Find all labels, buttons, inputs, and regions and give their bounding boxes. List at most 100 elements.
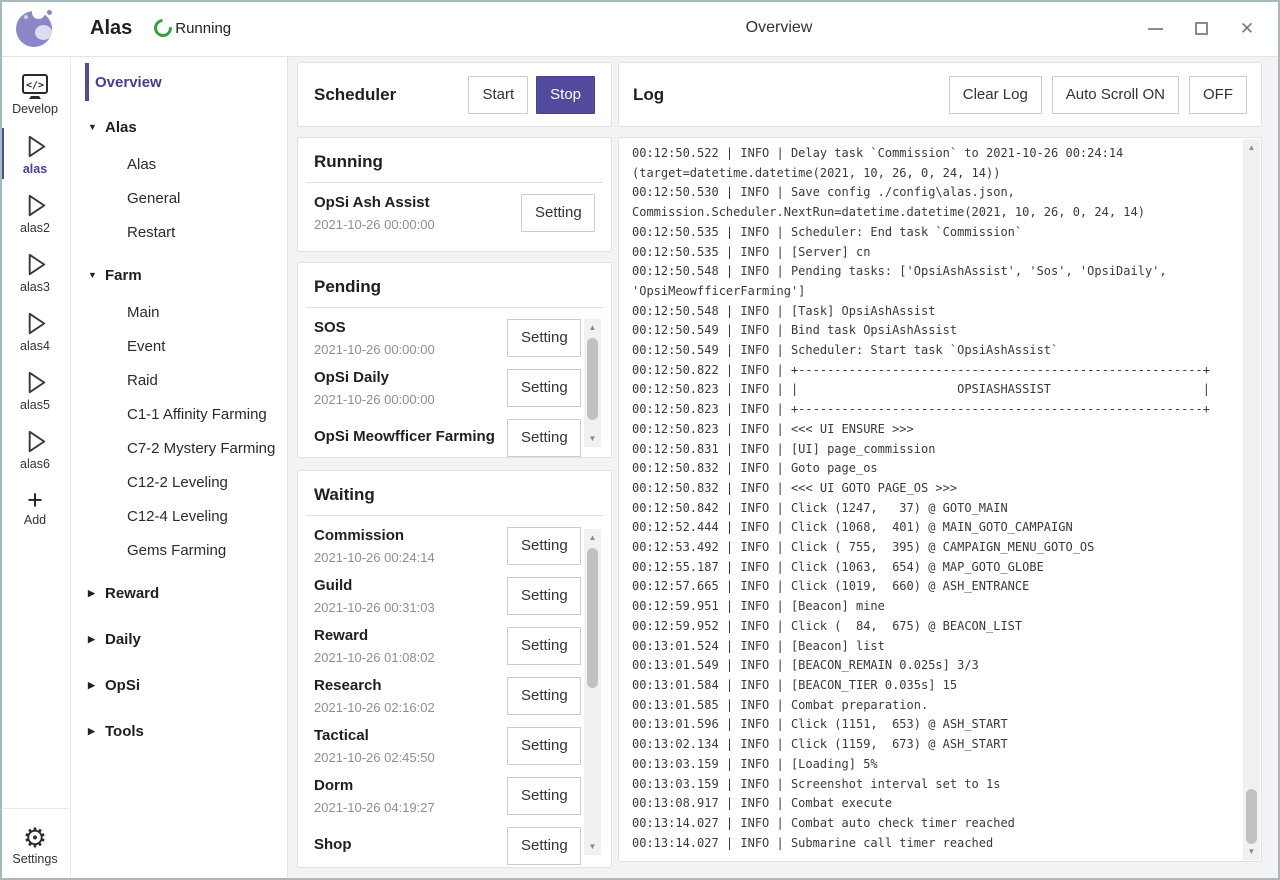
scheduler-column: Scheduler Start Stop Running OpSi Ash As… [297, 62, 612, 878]
maximize-icon [1195, 22, 1208, 35]
task-info: OpSi Daily 2021-10-26 00:00:00 [314, 368, 507, 406]
maximize-button[interactable] [1178, 0, 1224, 57]
task-row: OpSi Meowfficer Farming Setting [314, 418, 595, 457]
minimize-icon [1148, 28, 1163, 30]
nav-item-label: Farm [105, 267, 142, 284]
log-scrollbar[interactable]: ▲ ▼ [1243, 139, 1260, 860]
scrollbar-thumb[interactable] [1246, 789, 1257, 844]
log-line: 00:12:50.522 | INFO | Delay task `Commis… [632, 144, 1239, 183]
task-info: Guild 2021-10-26 00:31:03 [314, 576, 507, 614]
rail-item-instance[interactable]: alas4 [0, 301, 70, 360]
scrollbar-thumb[interactable] [587, 548, 598, 688]
task-next-run-time: 2021-10-26 00:00:00 [314, 392, 507, 407]
task-name: Reward [314, 626, 507, 646]
nav-item-label: Event [127, 338, 165, 355]
task-setting-button[interactable]: Setting [507, 727, 581, 765]
task-setting-button[interactable]: Setting [507, 577, 581, 615]
rail-item-instance[interactable]: alas [0, 124, 70, 183]
waiting-title: Waiting [306, 471, 603, 516]
task-name: Research [314, 676, 507, 696]
task-setting-button[interactable]: Setting [507, 527, 581, 565]
scroll-down-icon[interactable]: ▼ [1243, 847, 1260, 856]
nav-item[interactable]: ▼ Alas [71, 107, 287, 147]
log-line: 00:12:50.831 | INFO | [UI] page_commissi… [632, 440, 1239, 460]
pending-scrollbar[interactable]: ▲ ▼ [584, 319, 601, 447]
running-title: Running [306, 138, 603, 183]
settings-button[interactable]: ⚙ Settings [0, 808, 70, 880]
task-setting-button[interactable]: Setting [507, 677, 581, 715]
status-label: Running [175, 20, 231, 37]
task-setting-button[interactable]: Setting [507, 419, 581, 457]
nav-item[interactable]: Main [71, 295, 287, 329]
add-instance-button[interactable]: + Add [0, 478, 70, 537]
log-line: 00:12:59.952 | INFO | Click ( 84, 675) @… [632, 617, 1239, 637]
log-line: 00:12:50.832 | INFO | Goto page_os [632, 459, 1239, 479]
nav-item[interactable]: Gems Farming [71, 533, 287, 567]
rail-item-instance[interactable]: alas2 [0, 183, 70, 242]
nav-item[interactable]: Event [71, 329, 287, 363]
scroll-up-icon[interactable]: ▲ [584, 533, 601, 542]
rail-item-label: alas2 [20, 221, 50, 235]
waiting-scrollbar[interactable]: ▲ ▼ [584, 529, 601, 855]
task-setting-button[interactable]: Setting [507, 827, 581, 865]
task-row: Shop Setting [314, 826, 595, 865]
nav-item[interactable]: C7-2 Mystery Farming [71, 431, 287, 465]
scroll-up-icon[interactable]: ▲ [1243, 143, 1260, 152]
minimize-button[interactable] [1132, 0, 1178, 57]
nav-item[interactable]: Raid [71, 363, 287, 397]
nav-item[interactable]: Restart [71, 215, 287, 249]
play-icon [21, 132, 50, 161]
nav-item[interactable]: C1-1 Affinity Farming [71, 397, 287, 431]
rail-item-instance[interactable]: alas5 [0, 360, 70, 419]
task-setting-button[interactable]: Setting [521, 194, 595, 232]
log-line: 00:13:03.159 | INFO | Screenshot interva… [632, 775, 1239, 795]
rail-item-develop[interactable]: </> Develop [0, 65, 70, 124]
nav-item-label: Daily [105, 631, 141, 648]
play-icon [21, 368, 50, 397]
task-setting-button[interactable]: Setting [507, 777, 581, 815]
nav-item[interactable]: ▶ OpSi [71, 665, 287, 705]
stop-button[interactable]: Stop [536, 76, 595, 114]
scroll-down-icon[interactable]: ▼ [584, 434, 601, 443]
rail-item-label: Settings [12, 852, 57, 866]
nav-item-label: C12-4 Leveling [127, 508, 228, 525]
task-info: Dorm 2021-10-26 04:19:27 [314, 776, 507, 814]
start-button[interactable]: Start [468, 76, 528, 114]
rail-item-instance[interactable]: alas6 [0, 419, 70, 478]
scroll-down-icon[interactable]: ▼ [584, 842, 601, 851]
nav-item[interactable]: Alas [71, 147, 287, 181]
nav-expand-icon: ▶ [88, 726, 105, 737]
task-info: Tactical 2021-10-26 02:45:50 [314, 726, 507, 764]
rail-item-label: Develop [12, 102, 58, 116]
rail-item-instance[interactable]: alas3 [0, 242, 70, 301]
task-row: Guild 2021-10-26 00:31:03 Setting [314, 576, 595, 615]
task-setting-button[interactable]: Setting [507, 627, 581, 665]
scroll-up-icon[interactable]: ▲ [584, 323, 601, 332]
task-next-run-time: 2021-10-26 00:00:00 [314, 342, 507, 357]
nav-item[interactable]: ▶ Reward [71, 573, 287, 613]
task-row: OpSi Daily 2021-10-26 00:00:00 Setting [314, 368, 595, 407]
app-title: Alas [90, 17, 132, 40]
nav-item[interactable]: C12-2 Leveling [71, 465, 287, 499]
task-setting-button[interactable]: Setting [507, 319, 581, 357]
nav-item-label: Restart [127, 224, 175, 241]
task-name: OpSi Daily [314, 368, 507, 388]
log-line: 00:12:50.823 | INFO | +-----------------… [632, 400, 1239, 420]
auto-scroll-on-button[interactable]: Auto Scroll ON [1052, 76, 1179, 114]
nav-item[interactable]: Overview [85, 63, 287, 101]
auto-scroll-off-button[interactable]: OFF [1189, 76, 1247, 114]
task-info: SOS 2021-10-26 00:00:00 [314, 318, 507, 356]
log-line: 00:12:50.549 | INFO | Bind task OpsiAshA… [632, 321, 1239, 341]
task-setting-button[interactable]: Setting [507, 369, 581, 407]
nav-item[interactable]: ▶ Tools [71, 711, 287, 751]
close-button[interactable]: ✕ [1224, 0, 1270, 57]
nav-item[interactable]: ▶ Daily [71, 619, 287, 659]
nav-item[interactable]: C12-4 Leveling [71, 499, 287, 533]
clear-log-button[interactable]: Clear Log [949, 76, 1042, 114]
rail-item-label: Add [24, 513, 46, 527]
nav-item-label: C12-2 Leveling [127, 474, 228, 491]
nav-item[interactable]: ▼ Farm [71, 255, 287, 295]
scrollbar-thumb[interactable] [587, 338, 598, 420]
nav-item[interactable]: General [71, 181, 287, 215]
log-line: 00:13:03.159 | INFO | [Loading] 5% [632, 755, 1239, 775]
